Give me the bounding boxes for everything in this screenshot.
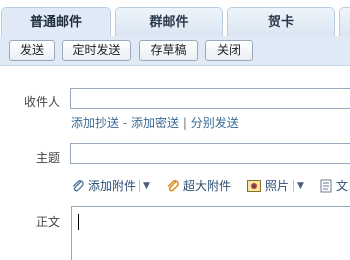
add-cc-link[interactable]: 添加抄送 (71, 116, 119, 130)
text-cursor (78, 214, 79, 230)
chevron-down-icon[interactable]: ▼ (143, 178, 150, 194)
add-bcc-link[interactable]: 添加密送 (131, 116, 179, 130)
tab-overflow[interactable] (339, 7, 350, 36)
tab-group-mail[interactable]: 群邮件 (115, 7, 223, 36)
body-label: 正文 (36, 215, 61, 229)
divider (293, 180, 294, 192)
document-icon (320, 179, 332, 193)
recipient-links: 添加抄送 - 添加密送 | 分别发送 (71, 114, 239, 131)
paperclip-icon (72, 180, 84, 192)
divider (139, 180, 140, 192)
subject-input[interactable] (70, 143, 350, 164)
toolbar: 发送 定时发送 存草稿 关闭 (0, 36, 350, 66)
body-editor[interactable] (71, 206, 350, 260)
save-draft-button[interactable]: 存草稿 (139, 40, 198, 61)
photo-icon (247, 180, 261, 192)
photo-link[interactable]: 照片 (265, 178, 289, 194)
recipient-input[interactable] (70, 88, 350, 109)
large-attachment-link[interactable]: 超大附件 (183, 178, 231, 194)
chevron-down-icon[interactable]: ▼ (297, 178, 304, 194)
add-attachment-link[interactable]: 添加附件 (88, 178, 136, 194)
tab-normal-mail[interactable]: 普通邮件 (1, 7, 111, 37)
send-button[interactable]: 发送 (9, 40, 55, 61)
paperclip-orange-icon (167, 180, 179, 192)
scheduled-send-button[interactable]: 定时发送 (62, 40, 131, 61)
tab-bar: 普通邮件 群邮件 贺卡 (0, 0, 350, 37)
document-link[interactable]: 文 (336, 178, 348, 194)
close-button[interactable]: 关闭 (205, 40, 253, 61)
tab-greeting-card[interactable]: 贺卡 (227, 7, 335, 36)
pipe-separator: | (182, 116, 187, 130)
dash-separator: - (122, 116, 128, 130)
recipient-label: 收件人 (24, 95, 61, 109)
separate-send-link[interactable]: 分别发送 (191, 116, 239, 130)
subject-label: 主题 (36, 151, 61, 165)
